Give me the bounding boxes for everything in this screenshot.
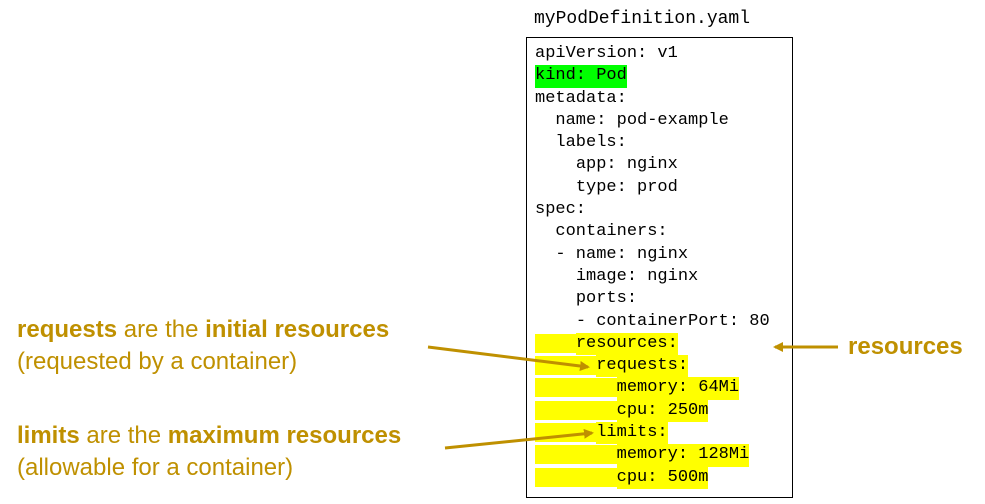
resources-label: resources bbox=[848, 333, 963, 360]
yaml-line: containers: bbox=[535, 221, 770, 243]
maximum-resources-term: maximum resources bbox=[167, 422, 402, 449]
yaml-indent bbox=[535, 467, 617, 487]
yaml-line: spec: bbox=[535, 199, 770, 221]
yaml-indent bbox=[535, 289, 576, 308]
yaml-text: resources: bbox=[575, 332, 678, 356]
limits-connector: are the bbox=[79, 422, 168, 449]
yaml-text: - containerPort: 80 bbox=[575, 311, 770, 331]
requests-annotation-line2: (requested by a container) bbox=[17, 348, 298, 375]
yaml-text: - name: nginx bbox=[555, 244, 689, 264]
yaml-text: memory: 128Mi bbox=[616, 444, 750, 467]
yaml-text: app: nginx bbox=[575, 155, 678, 175]
requests-connector: are the bbox=[117, 316, 206, 343]
yaml-line: type: prod bbox=[535, 177, 770, 199]
limits-term: limits bbox=[17, 422, 80, 449]
limits-annotation-line1: limits are the maximum resources bbox=[17, 420, 401, 452]
yaml-text: metadata: bbox=[535, 88, 627, 108]
yaml-line: ports: bbox=[535, 288, 770, 310]
yaml-text: ports: bbox=[575, 289, 638, 309]
yaml-text: type: prod bbox=[575, 177, 678, 197]
yaml-indent bbox=[535, 356, 597, 376]
yaml-indent bbox=[535, 245, 555, 264]
yaml-line: image: nginx bbox=[535, 266, 770, 288]
requests-annotation: requests are the initial resources (requ… bbox=[17, 314, 389, 378]
yaml-line: memory: 128Mi bbox=[535, 444, 770, 467]
yaml-text: apiVersion: v1 bbox=[535, 44, 678, 63]
yaml-indent bbox=[535, 445, 617, 465]
yaml-indent bbox=[535, 423, 597, 443]
yaml-line: cpu: 500m bbox=[535, 466, 770, 489]
yaml-text: spec: bbox=[535, 200, 587, 220]
yaml-text: memory: 64Mi bbox=[616, 377, 740, 400]
yaml-line: name: pod-example bbox=[535, 110, 770, 132]
yaml-line: requests: bbox=[535, 355, 770, 378]
yaml-indent bbox=[535, 111, 555, 130]
yaml-line: resources: bbox=[535, 332, 770, 356]
yaml-line: apiVersion: v1 bbox=[535, 43, 770, 65]
yaml-text: limits: bbox=[596, 422, 668, 445]
yaml-line: - containerPort: 80 bbox=[535, 311, 770, 333]
yaml-text: labels: bbox=[555, 133, 627, 153]
yaml-text: requests: bbox=[596, 355, 689, 378]
yaml-indent bbox=[535, 378, 617, 398]
file-title: myPodDefinition.yaml bbox=[534, 9, 751, 29]
yaml-line: metadata: bbox=[535, 88, 770, 110]
yaml-text: cpu: 500m bbox=[616, 466, 709, 489]
yaml-line: - name: nginx bbox=[535, 244, 770, 266]
yaml-text: name: pod-example bbox=[555, 110, 729, 130]
yaml-indent bbox=[535, 333, 576, 353]
yaml-line: limits: bbox=[535, 422, 770, 445]
yaml-indent bbox=[535, 267, 576, 286]
yaml-lines: apiVersion: v1 kind: Pod metadata: name: p… bbox=[535, 43, 770, 489]
requests-annotation-line1: requests are the initial resources bbox=[17, 314, 389, 346]
limits-annotation: limits are the maximum resources (allowa… bbox=[17, 420, 401, 484]
yaml-text: containers: bbox=[555, 222, 668, 242]
limits-annotation-line2: (allowable for a container) bbox=[17, 454, 294, 481]
yaml-indent bbox=[535, 178, 576, 197]
yaml-line: app: nginx bbox=[535, 154, 770, 176]
yaml-indent bbox=[535, 400, 617, 420]
yaml-indent bbox=[535, 222, 555, 241]
yaml-text: cpu: 250m bbox=[616, 399, 709, 423]
yaml-text: kind: Pod bbox=[535, 65, 627, 88]
yaml-line: labels: bbox=[535, 132, 770, 154]
yaml-indent bbox=[535, 133, 555, 152]
yaml-code-box: apiVersion: v1 kind: Pod metadata: name: p… bbox=[526, 37, 793, 498]
yaml-line: cpu: 250m bbox=[535, 399, 770, 423]
yaml-line: memory: 64Mi bbox=[535, 377, 770, 400]
initial-resources-term: initial resources bbox=[205, 316, 390, 343]
requests-term: requests bbox=[17, 316, 118, 343]
yaml-indent bbox=[535, 155, 576, 174]
yaml-line: kind: Pod bbox=[535, 65, 770, 88]
yaml-indent bbox=[535, 312, 576, 331]
yaml-text: image: nginx bbox=[575, 266, 699, 286]
